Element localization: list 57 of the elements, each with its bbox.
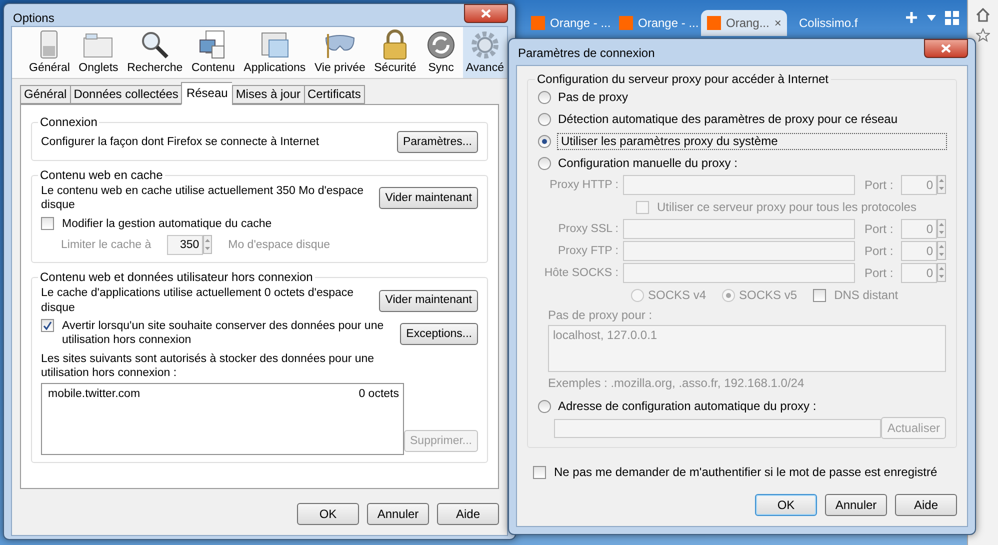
toolbar-button[interactable]: Applications	[240, 27, 309, 78]
dialog-button[interactable]: Aide	[437, 503, 499, 525]
radio-label[interactable]: Utiliser les paramètres proxy du système	[558, 134, 946, 148]
description-text: Les sites suivants sont autorisés à stocker des données pour une utilisation hors connexion :	[41, 352, 376, 380]
window-title: Options	[13, 11, 54, 26]
tab[interactable]: Réseau	[181, 82, 232, 105]
port-label: Port :	[864, 222, 894, 236]
checkbox-label[interactable]: Modifier la gestion automatique du cache	[62, 216, 272, 232]
group-title: Contenu web en cache	[39, 168, 164, 182]
toolbar-button[interactable]: Recherche	[124, 27, 186, 78]
port-label: Port :	[864, 244, 894, 258]
toolbar-button[interactable]: Général	[26, 27, 73, 78]
field-label: Pas de proxy pour :	[547, 308, 654, 323]
list-row[interactable]: mobile.twitter.com 0 octets	[48, 387, 399, 402]
tab[interactable]: Général	[20, 85, 70, 104]
toolbar-button[interactable]: Avancé	[462, 27, 507, 78]
browser-tab[interactable]: Orang... ×	[701, 10, 787, 36]
settings-button[interactable]: Paramètres...	[396, 131, 478, 153]
group-title: Connexion	[39, 115, 98, 129]
checkbox-label[interactable]: Avertir lorsqu'un site souhaite conserver des données pour une utilisation hors connexion	[62, 318, 400, 348]
port-label: Port :	[864, 266, 894, 280]
toolbar-button[interactable]: Sécurité	[371, 27, 420, 78]
dialog-button[interactable]: Aide	[895, 494, 957, 516]
group-title: Contenu web et données utilisateur hors connexion	[39, 270, 314, 284]
dialog-button[interactable]: OK	[755, 494, 817, 516]
port-label: Port :	[864, 178, 894, 192]
radio-label[interactable]: Détection automatique des paramètres de proxy pour ce réseau	[558, 112, 898, 126]
tab[interactable]: Certificats	[304, 85, 365, 104]
limit-label: Limiter le cache à	[61, 238, 152, 252]
toolbar-button[interactable]: Contenu	[188, 27, 238, 78]
unit-label: Mo d'espace disque	[228, 238, 330, 252]
field-label: Hôte SOCKS :	[543, 266, 618, 280]
field-label: Proxy HTTP :	[548, 178, 618, 192]
checkbox-label[interactable]: Ne pas me demander de m'authentifier si le mot de passe est enregistré	[554, 465, 938, 480]
dialog-button[interactable]: OK	[297, 503, 359, 525]
exceptions-button[interactable]: Exceptions...	[400, 322, 478, 345]
dialog-button[interactable]: Annuler	[367, 503, 429, 525]
group-title: Configuration du serveur proxy pour accéder à Internet	[536, 72, 830, 86]
clear-button[interactable]: Vider maintenant	[379, 290, 478, 312]
browser-tab[interactable]: Colissimo.f	[793, 10, 875, 36]
field-label: Proxy SSL :	[557, 222, 618, 236]
radio-label[interactable]: Configuration manuelle du proxy :	[558, 156, 738, 170]
tab[interactable]: Données collectées	[70, 85, 182, 104]
dialog-button[interactable]: Annuler	[825, 494, 887, 516]
description-text: Le cache d'applications utilise actuellement 0 octets d'espace disque	[41, 286, 355, 315]
toolbar-button[interactable]: Vie privée	[311, 27, 368, 78]
description-text: Le contenu web en cache utilise actuellement 350 Mo d'espace disque	[41, 184, 364, 213]
close-tab-icon[interactable]: ×	[774, 16, 782, 30]
radio-label[interactable]: Pas de proxy	[558, 90, 628, 104]
hint-text: Exemples : .mozilla.org, .asso.fr, 192.168.1.0/24	[547, 376, 806, 391]
field-label: Proxy FTP :	[556, 244, 618, 258]
clear-button[interactable]: Vider maintenant	[379, 187, 478, 210]
description-text: Configurer la façon dont Firefox se connecte à Internet	[41, 134, 320, 150]
toolbar-button[interactable]: Sync	[422, 27, 460, 78]
window-title: Paramètres de connexion	[518, 46, 655, 61]
toolbar-button[interactable]: Onglets	[76, 27, 122, 78]
tab[interactable]: Mises à jour	[232, 85, 304, 104]
